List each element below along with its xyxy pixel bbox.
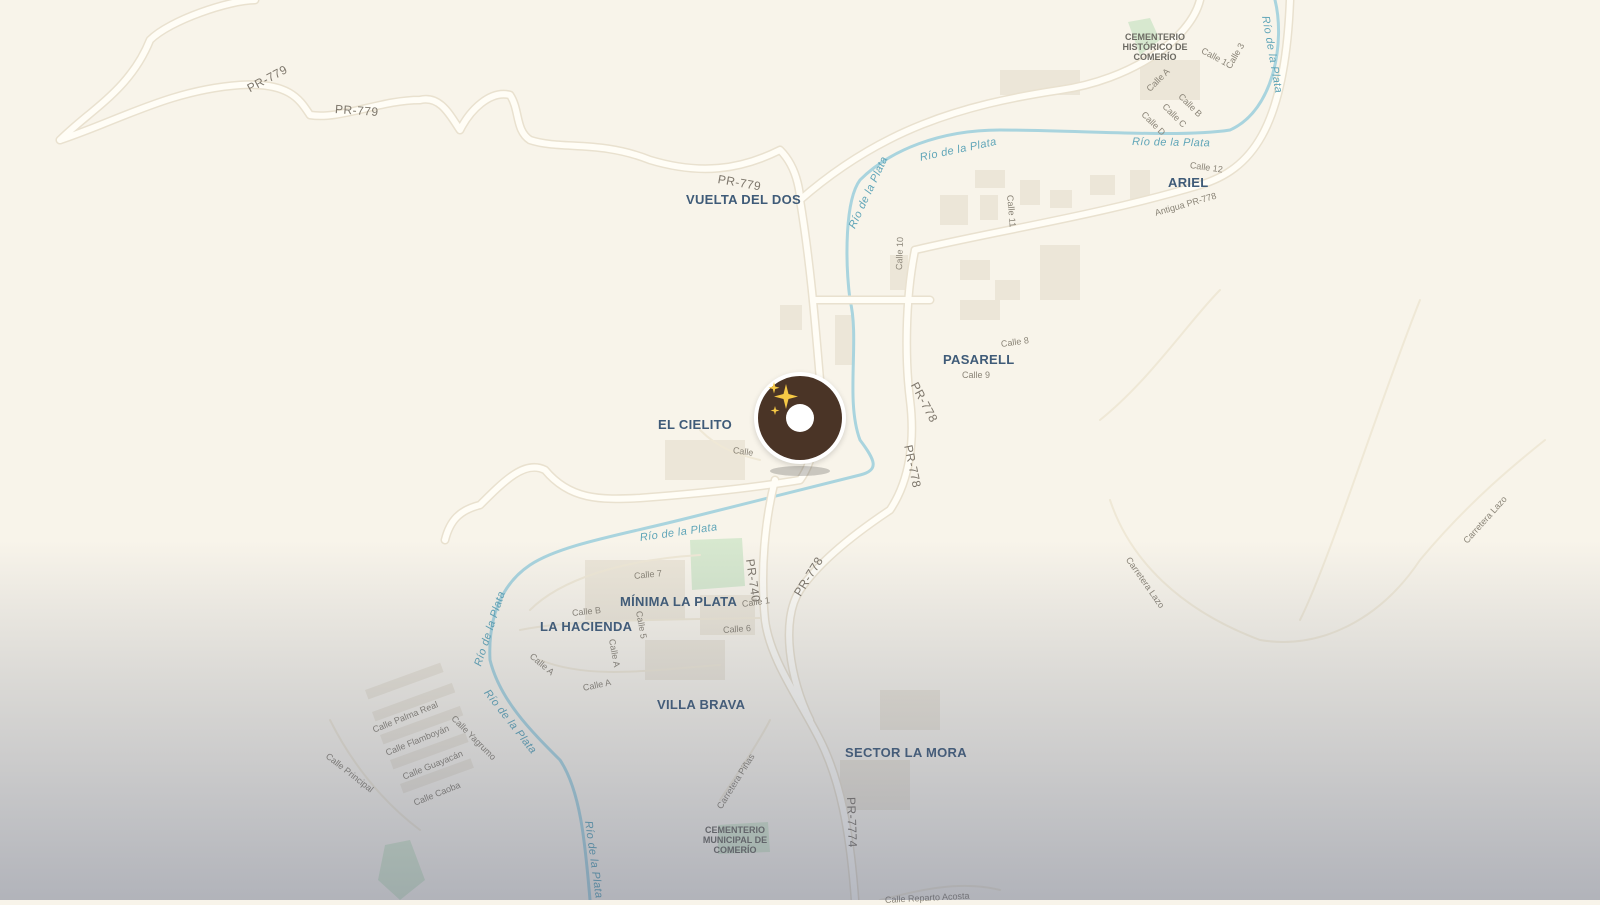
park-area	[690, 538, 745, 590]
street-label: Calle 6	[722, 623, 752, 635]
place-label-villa-brava: VILLA BRAVA	[657, 697, 746, 712]
place-label-vuelta-del-dos: VUELTA DEL DOS	[686, 192, 801, 207]
place-label-sector-la-mora: SECTOR LA MORA	[845, 745, 967, 760]
sparkles-icon	[768, 382, 798, 415]
poi-label-cemetery-historic: CEMENTERIO HISTÓRICO DE COMERÍO	[1122, 32, 1188, 62]
location-marker[interactable]	[754, 372, 846, 464]
place-label-minima-la-plata: MÍNIMA LA PLATA	[620, 594, 738, 609]
route-label-pr779: PR-779	[334, 102, 380, 120]
place-label-pasarell: PASARELL	[943, 352, 1015, 367]
minor-roads	[329, 289, 1546, 900]
poi-label-cemetery-municipal: CEMENTERIO MUNICIPAL DE COMERÍO	[702, 825, 768, 855]
place-label-el-cielito: EL CIELITO	[658, 417, 733, 432]
park-area	[378, 840, 425, 900]
place-label-la-hacienda: LA HACIENDA	[540, 619, 633, 634]
street-label: Calle 9	[962, 370, 991, 380]
place-label-ariel: ARIEL	[1168, 175, 1209, 190]
street-label: Calle 10	[894, 236, 906, 271]
route-label-pr7774: PR-7774	[844, 796, 860, 849]
marker-shadow	[770, 466, 830, 476]
map-canvas[interactable]: VUELTA DEL DOS ARIEL PASARELL EL CIELITO…	[0, 0, 1600, 905]
river-label: Río de la Plata	[1131, 136, 1211, 150]
